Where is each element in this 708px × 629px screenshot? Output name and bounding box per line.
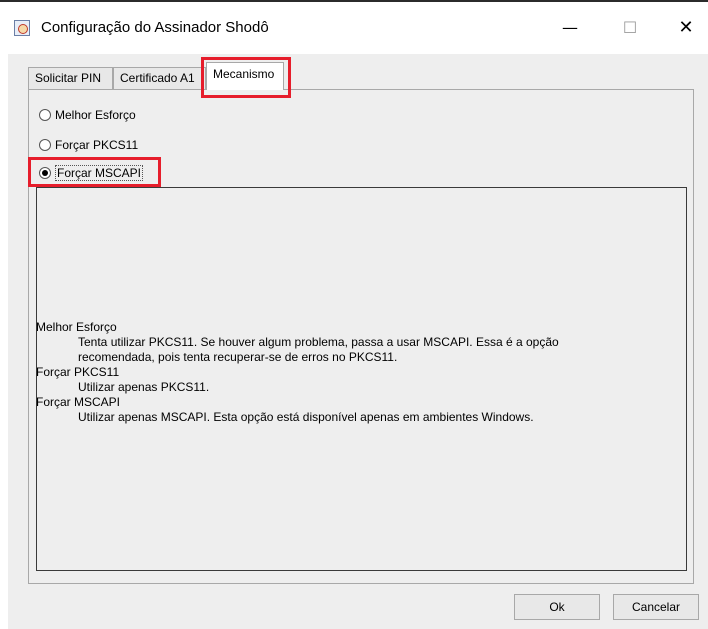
cancel-button[interactable]: Cancelar	[613, 594, 699, 620]
title-bar[interactable]: Configuração do Assinador Shodô — ☐ ✕	[0, 2, 708, 54]
radio-forcar-pkcs11[interactable]: Forçar PKCS11	[39, 136, 138, 154]
highlight-box-tab	[201, 57, 291, 98]
radio-label: Forçar PKCS11	[55, 138, 139, 152]
desc-heading-melhor-esforco: Melhor Esforço	[36, 320, 117, 334]
radio-button-unchecked[interactable]	[39, 139, 51, 151]
java-icon	[14, 20, 30, 36]
radio-label: Melhor Esforço	[55, 108, 136, 122]
desc-heading-forcar-pkcs11: Forçar PKCS11	[36, 365, 120, 379]
desc-line: recomendada, pois tenta recuperar-se de …	[78, 350, 398, 364]
maximize-button[interactable]: ☐	[615, 16, 645, 40]
minimize-button[interactable]: —	[555, 16, 585, 40]
close-button[interactable]: ✕	[671, 16, 701, 40]
window-left-edge	[0, 54, 8, 629]
desc-heading-forcar-mscapi: Forçar MSCAPI	[36, 395, 121, 409]
config-window: Configuração do Assinador Shodô — ☐ ✕ So…	[0, 0, 708, 629]
desc-line: Utilizar apenas PKCS11.	[78, 380, 210, 394]
tab-certificado-a1[interactable]: Certificado A1	[113, 67, 206, 89]
tab-solicitar-pin[interactable]: Solicitar PIN	[28, 67, 113, 89]
radio-melhor-esforco[interactable]: Melhor Esforço	[39, 106, 136, 124]
desc-line: Tenta utilizar PKCS11. Se houver algum p…	[78, 335, 559, 349]
desc-line: Utilizar apenas MSCAPI. Esta opção está …	[78, 410, 534, 424]
description-text: Melhor Esforço Tenta utilizar PKCS11. Se…	[36, 320, 676, 425]
radio-button-unchecked[interactable]	[39, 109, 51, 121]
ok-button[interactable]: Ok	[514, 594, 600, 620]
window-title: Configuração do Assinador Shodô	[41, 19, 269, 36]
highlight-box-radio	[28, 157, 161, 187]
